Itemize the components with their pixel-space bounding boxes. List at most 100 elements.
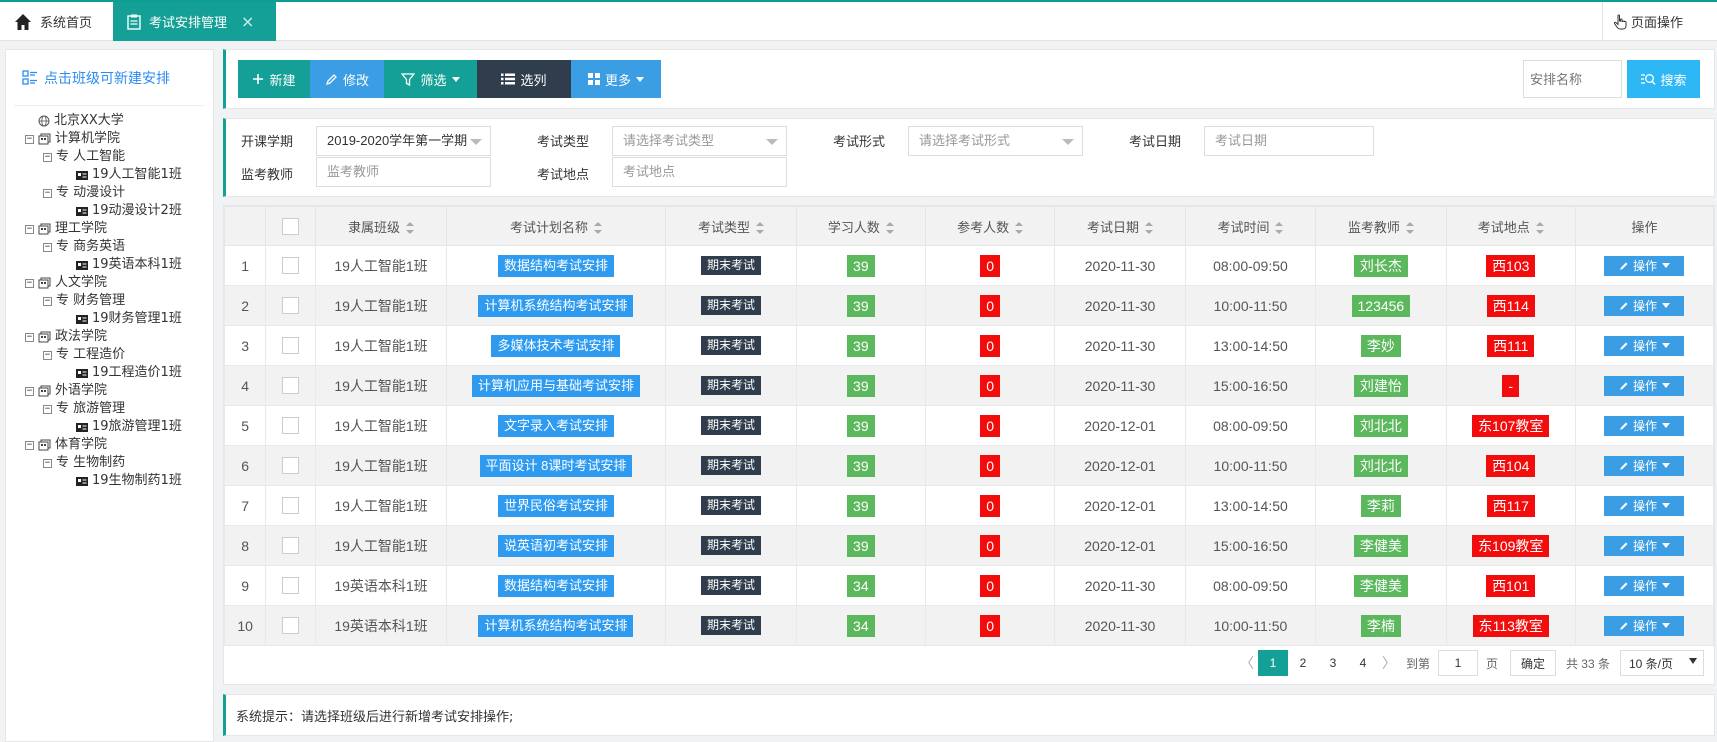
tree-node-major[interactable]: − 专 工程造价 — [6, 346, 213, 364]
plan-name-tag[interactable]: 计算机系统结构考试安排 — [478, 294, 634, 317]
invigilator-input[interactable]: 监考教师 — [316, 157, 491, 187]
header-exam-date[interactable]: 考试日期 — [1054, 206, 1186, 246]
row-action-button[interactable]: 操作 — [1604, 255, 1685, 276]
sort-icon[interactable] — [885, 222, 894, 235]
tree-node-college[interactable]: − 计算机学院 — [6, 130, 213, 148]
edit-button[interactable]: 修改 — [310, 60, 384, 98]
sort-icon[interactable] — [755, 222, 764, 235]
tree-node-class[interactable]: 19生物制药1班 — [6, 472, 213, 490]
page-operation-button[interactable]: 页面操作 — [1602, 2, 1717, 41]
table-row[interactable]: 9 19英语本科1班 数据结构考试安排 期末考试 34 0 2020-11-30 08:00-… — [223, 565, 1715, 606]
sort-icon[interactable] — [1275, 222, 1284, 235]
prev-page-icon[interactable]: 〈 — [1236, 653, 1258, 673]
search-button[interactable]: 搜索 — [1627, 60, 1700, 98]
row-action-button[interactable]: 操作 — [1604, 415, 1685, 436]
row-action-button[interactable]: 操作 — [1604, 615, 1685, 636]
table-row[interactable]: 10 19英语本科1班 计算机系统结构考试安排 期末考试 34 0 2020-11-30 10… — [223, 605, 1715, 646]
tree-node-major[interactable]: − 专 旅游管理 — [6, 400, 213, 418]
tree-node-major[interactable]: − 专 人工智能 — [6, 148, 213, 166]
sort-icon[interactable] — [1015, 222, 1024, 235]
tree-node-class[interactable]: 19动漫设计2班 — [6, 202, 213, 220]
table-row[interactable]: 1 19人工智能1班 数据结构考试安排 期末考试 39 0 2020-11-30 08:00-… — [223, 245, 1715, 286]
sort-icon[interactable] — [1145, 222, 1154, 235]
collapse-toggle-icon[interactable]: − — [43, 350, 52, 360]
plan-name-tag[interactable]: 平面设计 8课时考试安排 — [479, 454, 633, 477]
row-action-button[interactable]: 操作 — [1604, 375, 1685, 396]
row-select-cell[interactable] — [265, 525, 317, 566]
exam-form-select[interactable]: 请选择考试形式 — [908, 126, 1083, 156]
table-row[interactable]: 8 19人工智能1班 说英语初考试安排 期末考试 39 0 2020-12-01 15:00-… — [223, 525, 1715, 566]
plan-name-tag[interactable]: 多媒体技术考试安排 — [491, 334, 621, 357]
header-invigilator[interactable]: 监考教师 — [1315, 206, 1447, 246]
row-checkbox[interactable] — [282, 337, 300, 355]
collapse-toggle-icon[interactable]: − — [43, 404, 52, 414]
header-exam-place[interactable]: 考试地点 — [1445, 206, 1576, 246]
tree-node-root[interactable]: 北京XX大学 — [6, 112, 213, 130]
row-select-cell[interactable] — [265, 565, 317, 606]
row-action-button[interactable]: 操作 — [1604, 335, 1685, 356]
next-page-icon[interactable]: 〉 — [1378, 653, 1400, 673]
tree-node-college[interactable]: − 体育学院 — [6, 436, 213, 454]
arrangement-name-search-input[interactable] — [1523, 60, 1622, 98]
row-checkbox[interactable] — [282, 497, 300, 515]
tree-node-major[interactable]: − 专 生物制药 — [6, 454, 213, 472]
row-action-button[interactable]: 操作 — [1604, 535, 1685, 556]
tree-node-class[interactable]: 19人工智能1班 — [6, 166, 213, 184]
sort-icon[interactable] — [406, 222, 414, 235]
collapse-toggle-icon[interactable]: − — [43, 296, 52, 306]
tree-node-college[interactable]: − 人文学院 — [6, 274, 213, 292]
row-checkbox[interactable] — [282, 257, 300, 275]
header-class[interactable]: 隶属班级 — [315, 206, 447, 246]
table-row[interactable]: 3 19人工智能1班 多媒体技术考试安排 期末考试 39 0 2020-11-30 13:00… — [223, 325, 1715, 366]
row-checkbox[interactable] — [282, 377, 300, 395]
collapse-toggle-icon[interactable]: − — [25, 386, 34, 396]
row-action-button[interactable]: 操作 — [1604, 455, 1685, 476]
row-select-cell[interactable] — [265, 245, 317, 286]
sort-icon[interactable] — [1405, 222, 1414, 235]
plan-name-tag[interactable]: 计算机系统结构考试安排 — [478, 614, 634, 637]
row-action-button[interactable]: 操作 — [1604, 295, 1685, 316]
tree-node-major[interactable]: − 专 商务英语 — [6, 238, 213, 256]
page-4-button[interactable]: 4 — [1348, 650, 1378, 676]
row-checkbox[interactable] — [282, 457, 300, 475]
collapse-toggle-icon[interactable]: − — [25, 224, 34, 234]
tree-node-college[interactable]: − 政法学院 — [6, 328, 213, 346]
row-select-cell[interactable] — [265, 285, 317, 326]
collapse-toggle-icon[interactable]: − — [25, 278, 34, 288]
row-checkbox[interactable] — [282, 537, 300, 555]
page-size-select[interactable]: 10 条/页 — [1620, 650, 1704, 676]
row-select-cell[interactable] — [265, 405, 317, 446]
plan-name-tag[interactable]: 数据结构考试安排 — [497, 574, 614, 597]
tree-node-college[interactable]: − 外语学院 — [6, 382, 213, 400]
term-select[interactable]: 2019-2020学年第一学期 — [316, 126, 491, 156]
tab-exam-arrangement[interactable]: 考试安排管理 × — [113, 2, 276, 41]
header-exam-type[interactable]: 考试类型 — [665, 206, 797, 246]
exam-type-select[interactable]: 请选择考试类型 — [612, 126, 787, 156]
row-checkbox[interactable] — [282, 577, 300, 595]
collapse-toggle-icon[interactable]: − — [43, 188, 52, 198]
collapse-toggle-icon[interactable]: − — [43, 242, 52, 252]
row-action-button[interactable]: 操作 — [1604, 495, 1685, 516]
plan-name-tag[interactable]: 文字录入考试安排 — [497, 414, 614, 437]
sort-icon[interactable] — [1535, 222, 1544, 235]
table-row[interactable]: 6 19人工智能1班 平面设计 8课时考试安排 期末考试 39 0 2020-12-01 10… — [223, 445, 1715, 486]
header-learners[interactable]: 学习人数 — [795, 206, 926, 246]
columns-button[interactable]: 选列 — [477, 60, 571, 98]
exam-place-input[interactable]: 考试地点 — [612, 157, 787, 187]
close-icon[interactable]: × — [241, 12, 254, 31]
goto-confirm-button[interactable]: 确定 — [1509, 650, 1556, 676]
collapse-toggle-icon[interactable]: − — [43, 152, 52, 162]
row-checkbox[interactable] — [282, 617, 300, 635]
header-select-all[interactable] — [265, 206, 317, 246]
table-row[interactable]: 2 19人工智能1班 计算机系统结构考试安排 期末考试 39 0 2020-11-30 10:… — [223, 285, 1715, 326]
table-row[interactable]: 4 19人工智能1班 计算机应用与基础考试安排 期末考试 39 0 2020-11-30 15… — [223, 365, 1715, 406]
plan-name-tag[interactable]: 计算机应用与基础考试安排 — [471, 374, 640, 397]
row-select-cell[interactable] — [265, 485, 317, 526]
new-button[interactable]: 新建 — [238, 60, 310, 98]
row-checkbox[interactable] — [282, 417, 300, 435]
header-plan-name[interactable]: 考试计划名称 — [445, 206, 667, 246]
header-exam-time[interactable]: 考试时间 — [1184, 206, 1317, 246]
page-1-button[interactable]: 1 — [1257, 650, 1288, 676]
plan-name-tag[interactable]: 世界民俗考试安排 — [497, 494, 614, 517]
more-button[interactable]: 更多 — [571, 60, 661, 98]
